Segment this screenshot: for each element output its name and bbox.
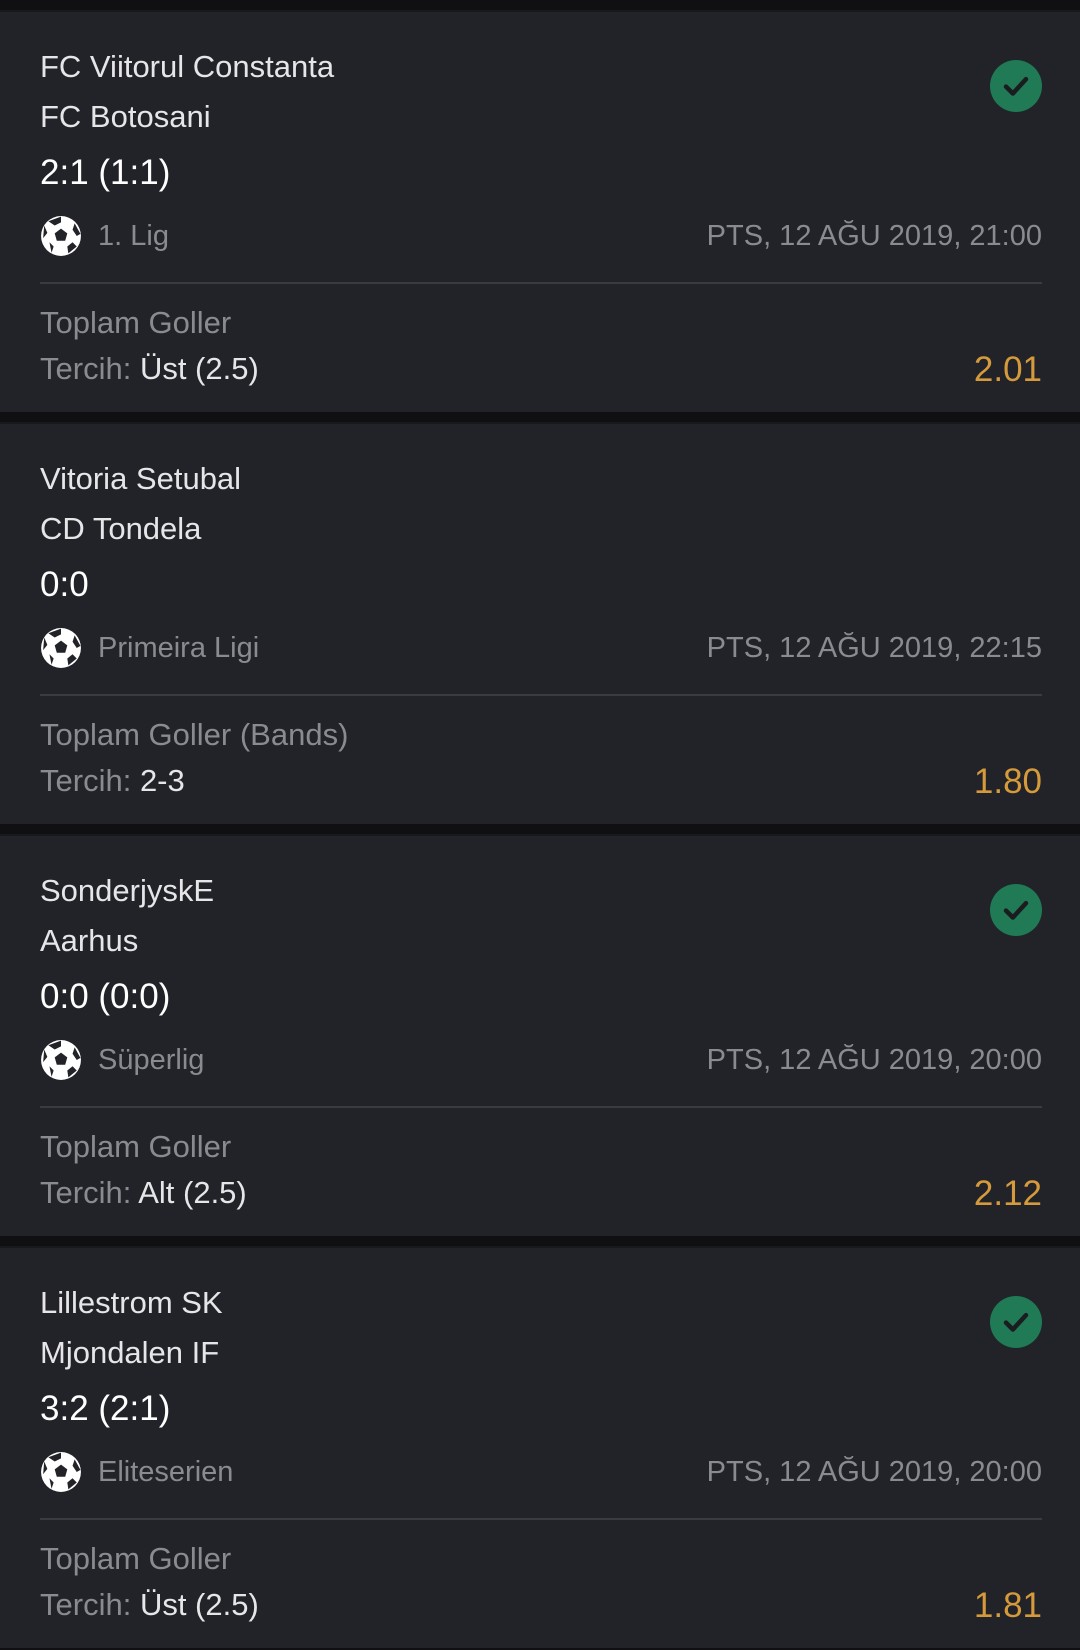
- odds-value: 2.01: [973, 350, 1042, 389]
- bet-card[interactable]: FC Viitorul Constanta FC Botosani 2:1 (1…: [0, 10, 1080, 412]
- pick-label: Tercih:: [40, 1587, 132, 1622]
- soccer-ball-icon: [41, 628, 81, 668]
- pick-label: Tercih:: [40, 1175, 132, 1210]
- market-name: Toplam Goller (Bands): [40, 717, 349, 752]
- match-teams: FC Viitorul Constanta FC Botosani 2:1 (1…: [40, 12, 1042, 202]
- home-team: Vitoria Setubal: [40, 461, 242, 496]
- bet-details: Toplam Goller Tercih: Üst (2.5) 1.81: [40, 1520, 1042, 1628]
- odds-value: 1.80: [973, 762, 1042, 801]
- bet-card[interactable]: SonderjyskE Aarhus 0:0 (0:0) Süperlig PT…: [0, 834, 1080, 1236]
- won-check-icon: [990, 60, 1042, 112]
- match-datetime: PTS, 12 AĞU 2019, 20:00: [706, 1043, 1042, 1076]
- match-teams: Lillestrom SK Mjondalen IF 3:2 (2:1): [40, 1248, 1042, 1438]
- match-score: 2:1 (1:1): [40, 153, 171, 192]
- market-name: Toplam Goller: [40, 1129, 232, 1164]
- away-team: Mjondalen IF: [40, 1335, 220, 1370]
- won-check-icon: [990, 1296, 1042, 1348]
- market-name: Toplam Goller: [40, 305, 232, 340]
- bet-card[interactable]: Lillestrom SK Mjondalen IF 3:2 (2:1) Eli…: [0, 1246, 1080, 1648]
- match-datetime: PTS, 12 AĞU 2019, 22:15: [706, 631, 1042, 664]
- bet-details: Toplam Goller (Bands) Tercih: 2-3 1.80: [40, 696, 1042, 804]
- soccer-ball-icon: [41, 1452, 81, 1492]
- bet-card[interactable]: Vitoria Setubal CD Tondela 0:0 Primeira …: [0, 422, 1080, 824]
- odds-value: 1.81: [973, 1586, 1042, 1625]
- soccer-ball-icon: [41, 216, 81, 256]
- match-meta: 1. Lig PTS, 12 AĞU 2019, 21:00: [40, 206, 1042, 266]
- home-team: FC Viitorul Constanta: [40, 49, 335, 84]
- match-score: 0:0 (0:0): [40, 977, 171, 1016]
- league-name: Süperlig: [98, 1043, 205, 1076]
- match-teams: SonderjyskE Aarhus 0:0 (0:0): [40, 836, 1042, 1026]
- pick-row: Tercih: Üst (2.5): [40, 1582, 1042, 1628]
- away-team: CD Tondela: [40, 511, 202, 546]
- soccer-ball-icon: [41, 1040, 81, 1080]
- pick-value: 2-3: [139, 763, 185, 798]
- match-datetime: PTS, 12 AĞU 2019, 21:00: [706, 219, 1042, 252]
- match-teams: Vitoria Setubal CD Tondela 0:0: [40, 424, 1042, 614]
- match-meta: Primeira Ligi PTS, 12 AĞU 2019, 22:15: [40, 618, 1042, 678]
- pick-value: Üst (2.5): [139, 1587, 259, 1622]
- match-meta: Süperlig PTS, 12 AĞU 2019, 20:00: [40, 1030, 1042, 1090]
- pick-label: Tercih:: [40, 351, 132, 386]
- match-score: 0:0: [40, 565, 89, 604]
- pick-row: Tercih: Üst (2.5): [40, 346, 1042, 392]
- home-team: Lillestrom SK: [40, 1285, 223, 1320]
- league-name: Eliteserien: [98, 1455, 234, 1488]
- away-team: FC Botosani: [40, 99, 211, 134]
- pick-label: Tercih:: [40, 763, 132, 798]
- pick-value: Üst (2.5): [139, 351, 259, 386]
- league-name: Primeira Ligi: [98, 631, 260, 664]
- bet-details: Toplam Goller Tercih: Alt (2.5) 2.12: [40, 1108, 1042, 1216]
- bet-details: Toplam Goller Tercih: Üst (2.5) 2.01: [40, 284, 1042, 392]
- match-meta: Eliteserien PTS, 12 AĞU 2019, 20:00: [40, 1442, 1042, 1502]
- pick-value: Alt (2.5): [138, 1175, 247, 1210]
- away-team: Aarhus: [40, 923, 139, 958]
- match-datetime: PTS, 12 AĞU 2019, 20:00: [706, 1455, 1042, 1488]
- odds-value: 2.12: [973, 1174, 1042, 1213]
- league-name: 1. Lig: [98, 219, 169, 252]
- pick-row: Tercih: Alt (2.5): [40, 1170, 1042, 1216]
- market-name: Toplam Goller: [40, 1541, 232, 1576]
- won-check-icon: [990, 884, 1042, 936]
- home-team: SonderjyskE: [40, 873, 215, 908]
- pick-row: Tercih: 2-3: [40, 758, 1042, 804]
- match-score: 3:2 (2:1): [40, 1389, 171, 1428]
- bet-list: FC Viitorul Constanta FC Botosani 2:1 (1…: [0, 0, 1080, 1648]
